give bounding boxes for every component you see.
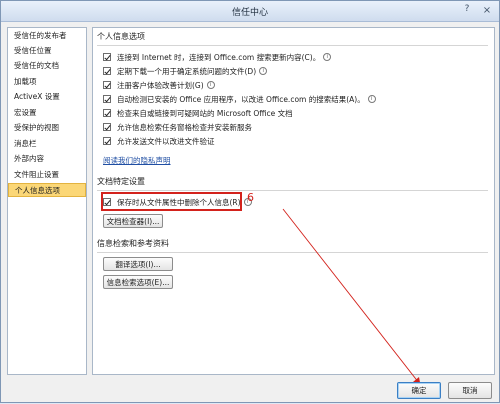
annotation-arrow bbox=[282, 208, 421, 388]
arrow-line bbox=[282, 208, 420, 384]
trust-center-dialog: 信任中心 ? × 受信任的发布者 受信任位置 受信任的文档 加载项 Active… bbox=[0, 0, 500, 403]
cancel-button[interactable]: 取消 bbox=[448, 382, 492, 399]
ok-button[interactable]: 确定 bbox=[397, 382, 441, 399]
